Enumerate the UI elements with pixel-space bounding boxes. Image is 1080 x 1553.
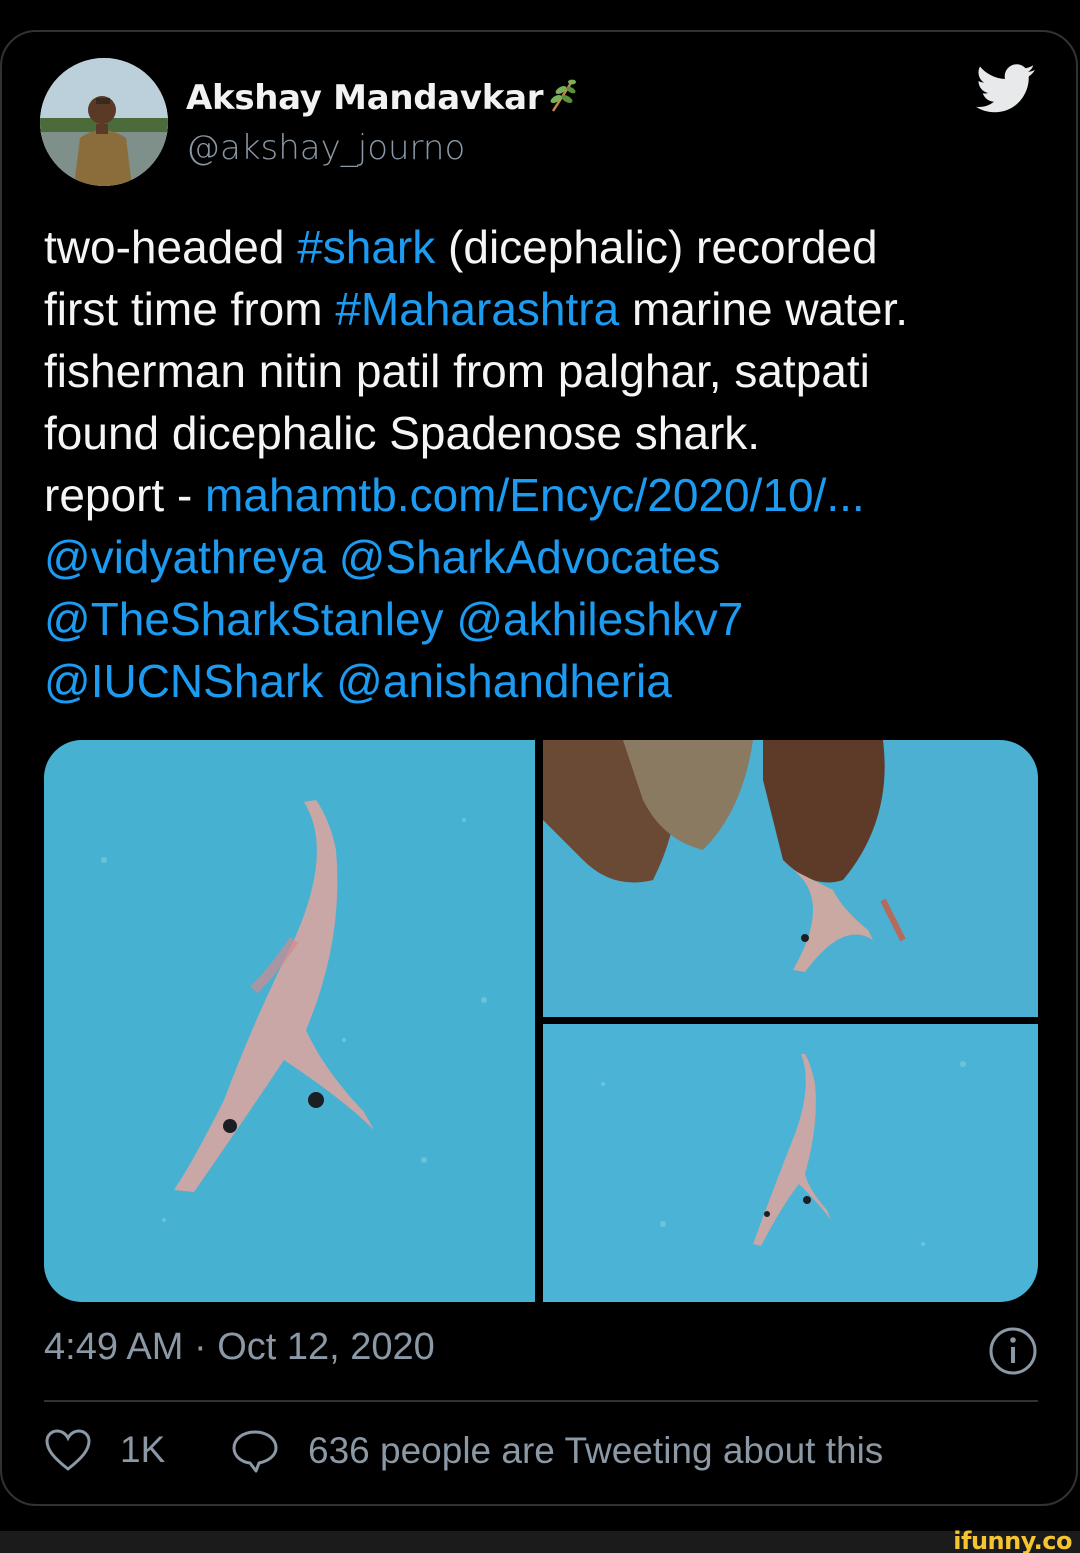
speech-bubble-icon: [230, 1428, 280, 1474]
tweet-line: @vidyathreya @SharkAdvocates: [44, 526, 1044, 588]
tweet-text-segment: report -: [44, 469, 206, 521]
like-count: 1K: [120, 1429, 166, 1470]
ifunny-watermark: ifunny.co: [953, 1527, 1072, 1553]
mention-link[interactable]: @SharkAdvocates: [339, 531, 721, 583]
twitter-bird-icon[interactable]: [976, 64, 1036, 119]
tweet-line: first time from #Maharashtra marine wate…: [44, 278, 1044, 340]
media-grid[interactable]: [44, 740, 1038, 1302]
url-link[interactable]: mahamtb.com/Encyc/2020/10/...: [205, 469, 865, 521]
info-icon[interactable]: [988, 1326, 1038, 1381]
heart-icon: [44, 1428, 92, 1472]
mention-link[interactable]: @anishandheria: [336, 655, 672, 707]
mention-link[interactable]: @akhileshkv7: [456, 593, 743, 645]
tweet-line: report - mahamtb.com/Encyc/2020/10/...: [44, 464, 1044, 526]
shark-photo-small[interactable]: [543, 1024, 1038, 1302]
author-name[interactable]: Akshay Mandavkar: [186, 78, 577, 122]
mention-link[interactable]: @vidyathreya: [44, 531, 326, 583]
hashtag-link[interactable]: #Maharashtra: [335, 283, 619, 335]
divider: [44, 1400, 1038, 1402]
tweet-line: @TheSharkStanley @akhileshkv7: [44, 588, 1044, 650]
tweet-text-segment: [326, 531, 339, 583]
tweeting-about-text: 636 people are Tweeting about this: [308, 1430, 884, 1471]
shark-photo-full[interactable]: [44, 740, 535, 1302]
hashtag-link[interactable]: #shark: [297, 221, 435, 273]
tweet-actions: 1K 636 people are Tweeting about this: [44, 1428, 1038, 1484]
tweet-text: two-headed #shark (dicephalic) recorded f…: [44, 216, 1044, 712]
herb-icon: [547, 79, 577, 122]
like-button[interactable]: 1K: [44, 1428, 165, 1472]
tweet-timestamp[interactable]: 4:49 AM · Oct 12, 2020: [44, 1326, 435, 1369]
tweet-text-segment: two-headed: [44, 221, 298, 273]
tweet-text-segment: first time from: [44, 283, 336, 335]
tweet-text-segment: found dicephalic Spadenose shark.: [44, 407, 761, 459]
footer-bar: [0, 1531, 1080, 1553]
tweeting-about-link[interactable]: 636 people are Tweeting about this: [230, 1428, 883, 1474]
mention-link[interactable]: @TheSharkStanley: [44, 593, 444, 645]
mention-link[interactable]: @IUCNShark: [44, 655, 323, 707]
tweet-text-segment: marine water.: [619, 283, 909, 335]
tweet-line: found dicephalic Spadenose shark.: [44, 402, 1044, 464]
author-name-text[interactable]: Akshay Mandavkar: [186, 78, 544, 118]
tweet-text-segment: fisherman nitin patil from palghar, satp…: [44, 345, 870, 397]
tweet-text-segment: (dicephalic) recorded: [435, 221, 878, 273]
tweet-line: two-headed #shark (dicephalic) recorded: [44, 216, 1044, 278]
avatar[interactable]: [40, 58, 168, 186]
tweet-line: @IUCNShark @anishandheria: [44, 650, 1044, 712]
author-handle[interactable]: @akshay_journo: [186, 128, 465, 168]
shark-photo-hands[interactable]: [543, 740, 1038, 1017]
tweet-text-segment: [444, 593, 457, 645]
tweet-line: fisherman nitin patil from palghar, satp…: [44, 340, 1044, 402]
tweet-text-segment: [323, 655, 336, 707]
